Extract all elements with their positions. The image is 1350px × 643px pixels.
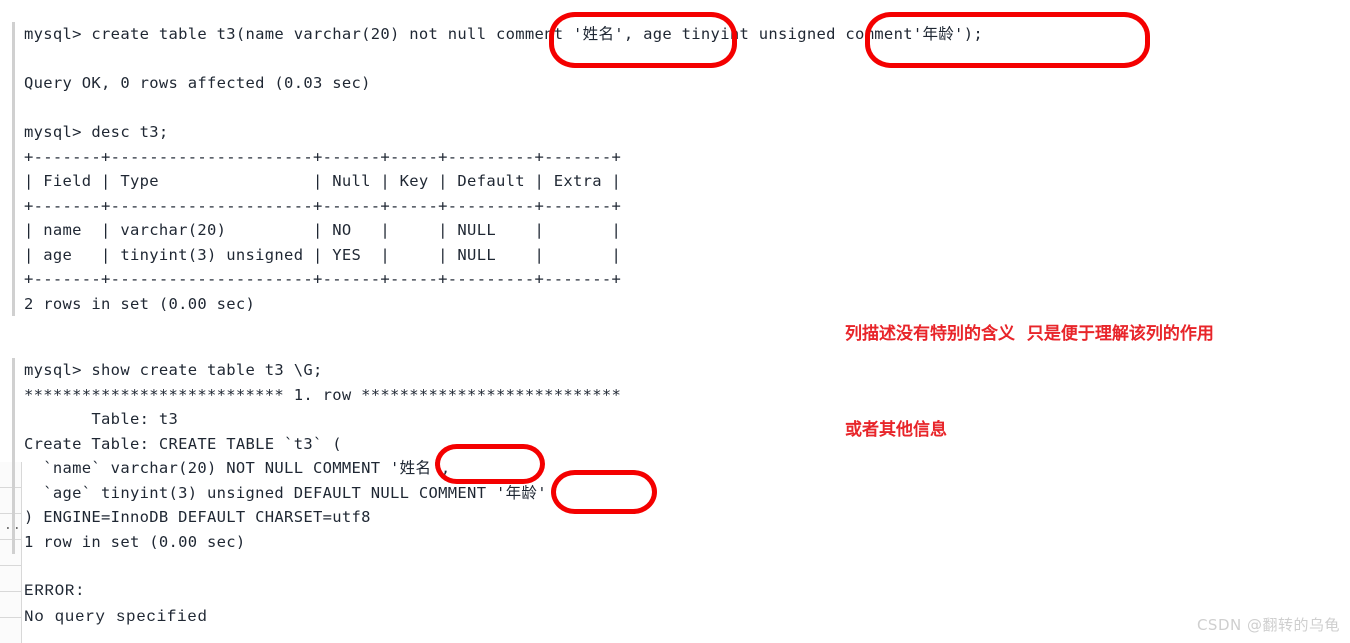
terminal-line: `name` varchar(20) NOT NULL COMMENT '姓名'…: [24, 459, 451, 477]
show-create-table-panel: mysql> show create table t3 \G; ********…: [12, 358, 772, 554]
terminal-line: Create Table: CREATE TABLE `t3` (: [24, 434, 342, 453]
note-line-1: 列描述没有特别的含义 只是便于理解该列的作用: [845, 324, 1214, 344]
terminal-line: `age` tinyint(3) unsigned DEFAULT NULL C…: [24, 483, 547, 502]
error-message: No query specified: [24, 608, 208, 626]
ghost-grid-cell: [0, 618, 22, 643]
mysql-error-output: ERROR: No query specified: [24, 578, 444, 630]
terminal-line: 2 rows in set (0.00 sec): [24, 294, 256, 313]
terminal-line: mysql> create table t3(name varchar(20) …: [24, 25, 983, 43]
terminal-table-separator: +-------+---------------------+------+--…: [24, 147, 622, 166]
terminal-line: ) ENGINE=InnoDB DEFAULT CHARSET=utf8: [24, 508, 371, 526]
csdn-watermark: CSDN @翻转的乌龟: [1196, 616, 1340, 634]
terminal-row-header: *************************** 1. row *****…: [24, 385, 622, 404]
note-line-2: 或者其他信息: [845, 420, 947, 440]
terminal-table-separator: +-------+---------------------+------+--…: [24, 270, 622, 288]
terminal-table-header: | Field | Type | Null | Key | Default | …: [24, 172, 622, 190]
terminal-table-separator: +-------+---------------------+------+--…: [24, 196, 622, 215]
terminal-line: 1 row in set (0.00 sec): [24, 532, 246, 551]
ghost-grid-cell: [0, 566, 22, 592]
table-row: | name | varchar(20) | NO | | NULL | |: [24, 221, 622, 239]
terminal-line: mysql> show create table t3 \G;: [24, 361, 323, 379]
terminal-line: Query OK, 0 rows affected (0.03 sec): [24, 74, 371, 92]
mysql-create-table-panel: mysql> create table t3(name varchar(20) …: [12, 22, 983, 316]
error-label: ERROR:: [24, 582, 86, 600]
table-row: | age | tinyint(3) unsigned | YES | | NU…: [24, 245, 622, 264]
ghost-grid-cell: [0, 592, 22, 618]
terminal-line: Table: t3: [24, 410, 179, 428]
terminal-line: mysql> desc t3;: [24, 123, 169, 141]
column-comment-note: 列描述没有特别的含义 只是便于理解该列的作用 或者其他信息: [845, 254, 1214, 510]
screenshot-root: .. mysql> create table t3(name varchar(2…: [0, 0, 1350, 643]
